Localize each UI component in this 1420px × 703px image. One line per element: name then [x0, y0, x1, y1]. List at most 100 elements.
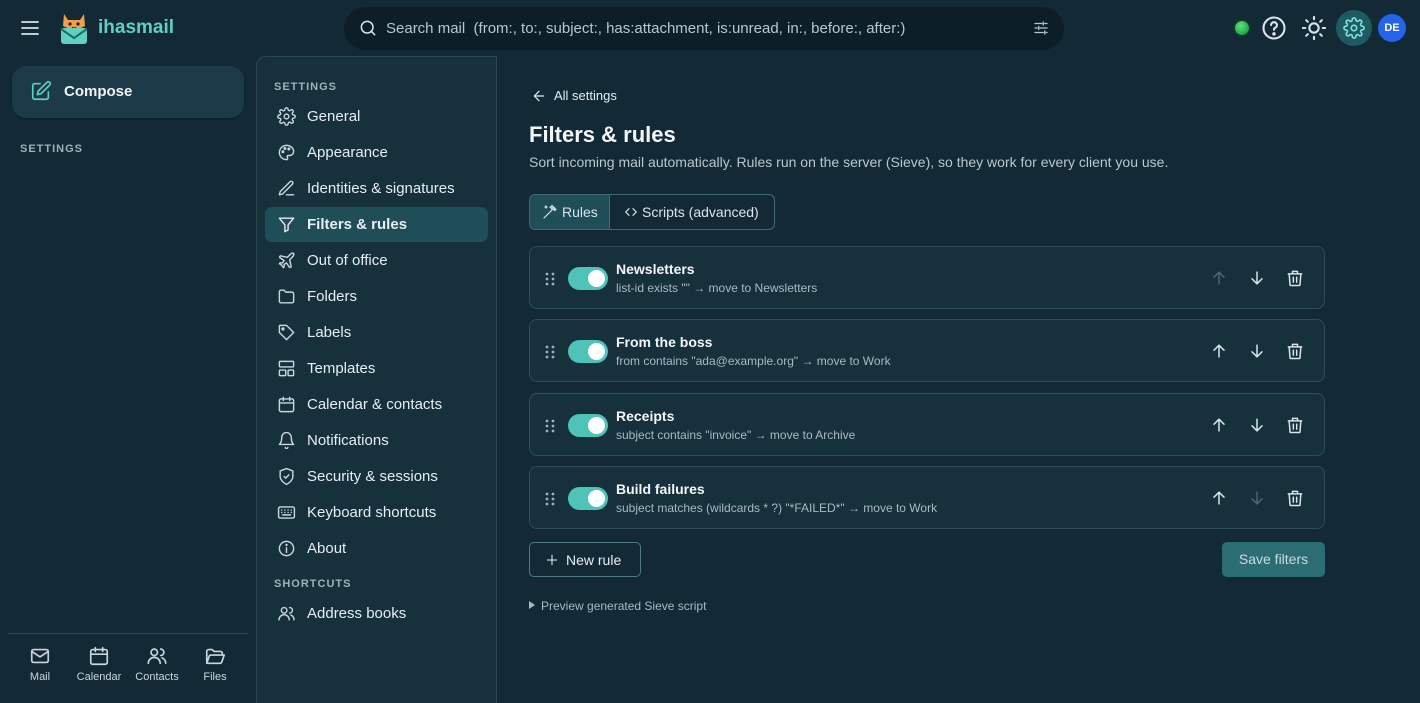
settings-nav-templates[interactable]: Templates [265, 351, 488, 386]
funnel-icon [277, 215, 296, 234]
rule-enabled-toggle[interactable] [568, 340, 608, 363]
settings-nav-calendar-contacts[interactable]: Calendar & contacts [265, 387, 488, 422]
rule-enabled-toggle[interactable] [568, 487, 608, 510]
toggle-knob [588, 490, 605, 507]
arrow-up-icon [1213, 271, 1225, 285]
search-bar [344, 7, 1064, 50]
rule-enabled-toggle[interactable] [568, 267, 608, 290]
bottom-nav-contacts[interactable]: Contacts [128, 645, 186, 690]
nav-label: Labels [307, 324, 352, 341]
connection-status-dot [1235, 21, 1249, 35]
trash-icon [1287, 343, 1303, 360]
user-avatar[interactable]: DE [1378, 14, 1406, 42]
settings-nav-notifications[interactable]: Notifications [265, 423, 488, 458]
magic-wand-icon [543, 204, 557, 219]
settings-nav-identities[interactable]: Identities & signatures [265, 171, 488, 206]
brand-name[interactable]: ihasmail [98, 17, 174, 39]
nav-label: General [307, 108, 361, 125]
drag-handle-icon[interactable] [544, 271, 556, 287]
gear-icon [1343, 17, 1365, 39]
rule-description: subject contains "invoice" → move to Arc… [616, 428, 856, 442]
move-up-button[interactable] [1209, 341, 1229, 361]
arrow-down-icon [1251, 344, 1263, 358]
bottom-nav-calendar[interactable]: Calendar [70, 645, 128, 690]
move-down-button[interactable] [1247, 268, 1267, 288]
nav-label: Keyboard shortcuts [307, 504, 437, 521]
rules-tabs: Rules Scripts (advanced) [529, 194, 775, 230]
rule-row: From the boss from contains "ada@example… [529, 319, 1325, 382]
settings-nav-security[interactable]: Security & sessions [265, 459, 488, 494]
rail-section-heading: SETTINGS [20, 143, 84, 155]
move-up-button[interactable] [1209, 488, 1229, 508]
rule-name: Receipts [616, 408, 675, 424]
page-subtitle: Sort incoming mail automatically. Rules … [529, 154, 1169, 170]
arrow-left-icon [533, 90, 545, 102]
delete-rule-button[interactable] [1285, 415, 1305, 435]
settings-nav-general[interactable]: General [265, 99, 488, 134]
rule-description: from contains "ada@example.org" → move t… [616, 354, 891, 368]
delete-rule-button[interactable] [1285, 268, 1305, 288]
nav-label: Address books [307, 605, 407, 622]
search-options-icon[interactable] [1032, 19, 1050, 37]
tag-icon [277, 323, 296, 342]
palette-icon [277, 143, 296, 162]
compose-pen-icon [31, 80, 52, 101]
gear-icon [277, 107, 296, 126]
delete-rule-button[interactable] [1285, 341, 1305, 361]
rule-row: Build failures subject matches (wildcard… [529, 466, 1325, 529]
move-down-button[interactable] [1247, 415, 1267, 435]
disclosure-triangle-icon [529, 601, 535, 609]
contacts-icon [277, 604, 296, 623]
mail-icon [30, 648, 50, 664]
bottom-nav-label: Mail [29, 671, 51, 683]
drag-handle-icon[interactable] [544, 344, 556, 360]
help-icon[interactable] [1260, 14, 1288, 42]
new-rule-button[interactable]: New rule [529, 542, 641, 577]
preview-sieve-toggle[interactable]: Preview generated Sieve script [529, 599, 706, 613]
save-filters-button[interactable]: Save filters [1222, 542, 1325, 577]
folder-icon [277, 287, 296, 306]
settings-nav-about[interactable]: About [265, 531, 488, 566]
settings-button[interactable] [1336, 10, 1372, 46]
new-rule-label: New rule [566, 552, 622, 568]
pen-icon [277, 179, 296, 198]
settings-nav-filters[interactable]: Filters & rules [265, 207, 488, 242]
shortcut-address-books[interactable]: Address books [265, 596, 488, 631]
calendar-icon [89, 646, 109, 666]
compose-button[interactable]: Compose [12, 66, 244, 118]
tab-label: Scripts (advanced) [642, 204, 759, 220]
tab-rules[interactable]: Rules [530, 195, 610, 229]
bottom-nav-files[interactable]: Files [186, 645, 244, 690]
rule-name: From the boss [616, 334, 713, 350]
settings-nav-keyboard[interactable]: Keyboard shortcuts [265, 495, 488, 530]
settings-nav-panel: SETTINGS General Appearance Identities &… [256, 56, 497, 703]
bottom-nav-mail[interactable]: Mail [11, 645, 69, 690]
settings-nav-out-of-office[interactable]: Out of office [265, 243, 488, 278]
arrow-down-icon [1251, 491, 1263, 505]
shortcuts-heading: SHORTCUTS [274, 578, 352, 590]
settings-nav-appearance[interactable]: Appearance [265, 135, 488, 170]
move-down-button[interactable] [1247, 341, 1267, 361]
search-input[interactable] [386, 11, 1016, 46]
tab-scripts-advanced[interactable]: Scripts (advanced) [611, 195, 774, 229]
back-label: All settings [554, 88, 617, 103]
settings-nav-folders[interactable]: Folders [265, 279, 488, 314]
rule-description: list-id exists "" → move to Newsletters [616, 281, 818, 295]
settings-nav-labels[interactable]: Labels [265, 315, 488, 350]
drag-handle-icon[interactable] [544, 491, 556, 507]
all-settings-link[interactable]: All settings [531, 87, 631, 105]
move-up-button[interactable] [1209, 415, 1229, 435]
arrow-up-icon [1213, 418, 1225, 432]
theme-sun-icon[interactable] [1300, 14, 1328, 42]
search-icon [358, 18, 378, 38]
nav-label: Identities & signatures [307, 180, 455, 197]
drag-handle-icon[interactable] [544, 418, 556, 434]
nav-label: About [307, 540, 347, 557]
folder-open-icon [205, 648, 225, 665]
shield-icon [277, 467, 296, 486]
menu-icon[interactable] [18, 16, 42, 40]
delete-rule-button[interactable] [1285, 488, 1305, 508]
plus-icon [546, 554, 558, 566]
rule-name: Build failures [616, 481, 705, 497]
rule-enabled-toggle[interactable] [568, 414, 608, 437]
